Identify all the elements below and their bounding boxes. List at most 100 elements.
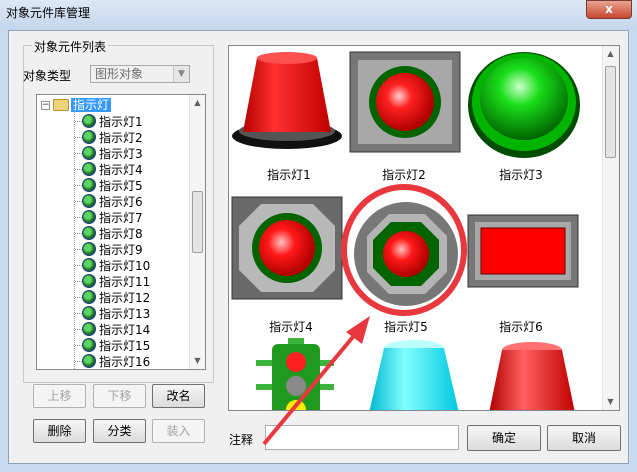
tree-item[interactable]: 指示灯12: [75, 289, 150, 305]
move-up-button[interactable]: 上移: [33, 384, 86, 408]
indicator-icon: [82, 130, 96, 144]
indicator-icon: [82, 178, 96, 192]
indicator-icon: [82, 210, 96, 224]
note-input[interactable]: [265, 425, 459, 450]
tree-connector: [75, 264, 82, 266]
indicator-9-thumbnail[interactable]: [477, 338, 587, 410]
tree-item[interactable]: 指示灯7: [75, 209, 143, 225]
tree-item[interactable]: 指示灯1: [75, 113, 143, 129]
move-down-button[interactable]: 下移: [93, 384, 146, 408]
indicator-icon: [82, 114, 96, 128]
note-label: 注释: [229, 433, 254, 447]
indicator-icon: [82, 162, 96, 176]
indicator-icon: [82, 242, 96, 256]
tree-connector: [75, 344, 82, 346]
delete-button[interactable]: 删除: [33, 419, 86, 443]
scroll-down-icon[interactable]: ▼: [603, 394, 618, 410]
tree-item-label: 指示灯8: [99, 226, 143, 241]
tree-scrollbar[interactable]: ▲ ▼: [189, 95, 205, 369]
tree-item-label: 指示灯15: [99, 338, 151, 353]
tree-item[interactable]: 指示灯13: [75, 305, 150, 321]
group-label: 对象元件列表: [32, 38, 109, 55]
tree-root-node[interactable]: − 指示灯: [41, 97, 112, 113]
caption-indicator-2: 指示灯2: [382, 168, 426, 182]
cancel-button[interactable]: 取消: [547, 425, 621, 451]
indicator-3-thumbnail[interactable]: [467, 51, 587, 161]
tree-item[interactable]: 指示灯17: [75, 369, 150, 370]
tree-item[interactable]: 指示灯2: [75, 129, 143, 145]
indicator-5-thumbnail[interactable]: [349, 196, 469, 311]
tree-item[interactable]: 指示灯16: [75, 353, 150, 369]
tree-item-label: 指示灯2: [99, 130, 143, 145]
object-type-value: 图形对象: [95, 67, 144, 81]
tree-item[interactable]: 指示灯8: [75, 225, 143, 241]
tree-item-label: 指示灯6: [99, 194, 143, 209]
tree-item[interactable]: 指示灯11: [75, 273, 150, 289]
caption-indicator-4: 指示灯4: [269, 320, 313, 334]
tree-item-label: 指示灯3: [99, 146, 143, 161]
tree-connector: [75, 280, 82, 282]
tree-connector: [75, 232, 82, 234]
object-tree[interactable]: − 指示灯 指示灯1 指示灯2 指示灯3 指示灯4 指示灯5 指示灯6 指示灯7 指示灯8 指示…: [36, 94, 206, 370]
tree-item[interactable]: 指示灯15: [75, 337, 150, 353]
indicator-6-thumbnail[interactable]: [467, 214, 587, 294]
tree-item-label: 指示灯1: [99, 114, 143, 129]
indicator-icon: [82, 226, 96, 240]
indicator-icon: [82, 290, 96, 304]
tree-item[interactable]: 指示灯4: [75, 161, 143, 177]
chevron-down-icon[interactable]: ▼: [173, 66, 189, 82]
preview-scrollbar[interactable]: ▲ ▼: [602, 46, 619, 410]
tree-item[interactable]: 指示灯14: [75, 321, 150, 337]
tree-connector: [75, 248, 82, 250]
caption-indicator-6: 指示灯6: [499, 320, 543, 334]
category-button[interactable]: 分类: [93, 419, 146, 443]
tree-connector: [75, 136, 82, 138]
rename-button[interactable]: 改名: [152, 384, 205, 408]
tree-item[interactable]: 指示灯9: [75, 241, 143, 257]
tree-item-label: 指示灯9: [99, 242, 143, 257]
indicator-icon: [82, 354, 96, 368]
caption-indicator-3: 指示灯3: [499, 168, 543, 182]
tree-item-label: 指示灯17: [99, 369, 150, 370]
window-title: 对象元件库管理: [6, 6, 91, 20]
preview-scroll-thumb[interactable]: [605, 66, 616, 158]
scroll-up-icon[interactable]: ▲: [603, 46, 618, 62]
tree-connector: [75, 216, 82, 218]
indicator-1-thumbnail[interactable]: [229, 46, 349, 161]
indicator-icon: [82, 146, 96, 160]
tree-item[interactable]: 指示灯10: [75, 257, 150, 273]
indicator-4-thumbnail[interactable]: [231, 196, 351, 311]
tree-item[interactable]: 指示灯3: [75, 145, 143, 161]
ok-button[interactable]: 确定: [467, 425, 541, 451]
tree-connector: [75, 296, 82, 298]
tree-root-label[interactable]: 指示灯: [71, 98, 112, 112]
tree-item-label: 指示灯7: [99, 210, 143, 225]
tree-connector: [75, 120, 82, 122]
indicator-icon: [82, 306, 96, 320]
indicator-icon: [82, 274, 96, 288]
indicator-8-thumbnail[interactable]: [359, 338, 469, 410]
indicator-icon: [82, 194, 96, 208]
collapse-icon[interactable]: −: [41, 100, 50, 110]
close-button[interactable]: x: [586, 0, 632, 19]
tree-connector: [75, 328, 82, 330]
scroll-down-icon[interactable]: ▼: [190, 353, 205, 369]
object-type-label: 对象类型: [23, 69, 72, 83]
indicator-2-thumbnail[interactable]: [349, 51, 469, 161]
tree-item-label: 指示灯16: [99, 354, 151, 369]
caption-indicator-5: 指示灯5: [384, 320, 428, 334]
tree-item[interactable]: 指示灯5: [75, 177, 143, 193]
preview-panel[interactable]: 指示灯1 指示灯2 指示灯3 指示灯4 指示灯5 指示灯6 ▲ ▼: [228, 45, 620, 411]
scroll-up-icon[interactable]: ▲: [190, 95, 205, 111]
tree-scroll-thumb[interactable]: [192, 191, 203, 253]
import-button[interactable]: 装入: [152, 419, 205, 443]
indicator-7-thumbnail[interactable]: [254, 338, 334, 410]
object-type-select[interactable]: 图形对象 ▼: [90, 65, 190, 83]
caption-indicator-1: 指示灯1: [267, 168, 311, 182]
title-bar: 对象元件库管理 x: [0, 0, 637, 30]
indicator-icon: [82, 322, 96, 336]
tree-item[interactable]: 指示灯6: [75, 193, 143, 209]
tree-item-label: 指示灯12: [99, 290, 151, 305]
dialog-body: 对象元件列表 对象类型 图形对象 ▼ − 指示灯 指示灯1 指示灯2 指示灯3 指示灯…: [8, 30, 629, 464]
tree-connector: [75, 360, 82, 362]
